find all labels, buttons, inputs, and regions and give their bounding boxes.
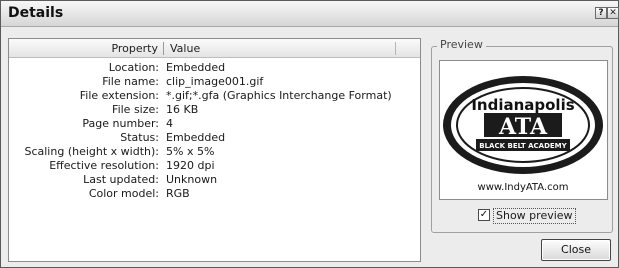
property-cell: Scaling (height x width):	[24, 145, 159, 158]
value-cell: 16 KB	[166, 103, 199, 116]
value-cell: 5% x 5%	[166, 145, 215, 158]
property-cell: Location:	[108, 61, 159, 74]
show-preview-checkbox[interactable]: ✓	[478, 209, 490, 221]
value-cell: 1920 dpi	[166, 159, 215, 172]
help-button[interactable]: ?	[595, 7, 607, 19]
title-bar[interactable]: Details ? ✕	[1, 1, 619, 27]
dialog-title: Details	[8, 5, 64, 21]
property-cell: File size:	[112, 103, 159, 116]
table-row[interactable]: Page number: 4	[9, 117, 420, 131]
table-row[interactable]: File size: 16 KB	[9, 103, 420, 117]
property-cell: Status:	[120, 131, 159, 144]
property-cell: Effective resolution:	[49, 159, 159, 172]
property-cell: Color model:	[88, 187, 159, 200]
logo-mid-text: ATA	[498, 114, 548, 140]
table-row[interactable]: Location: Embedded	[9, 61, 420, 75]
value-cell: 4	[166, 117, 173, 130]
table-row[interactable]: File extension: *.gif;*.gfa (Graphics In…	[9, 89, 420, 103]
column-divider[interactable]	[163, 42, 164, 55]
show-preview-label[interactable]: Show preview	[493, 208, 576, 224]
property-cell: File name:	[102, 75, 159, 88]
logo-url-text: www.IndyATA.com	[478, 182, 569, 193]
value-cell: Embedded	[166, 61, 226, 74]
properties-list[interactable]: Property Value Location: Embedded File n…	[8, 38, 421, 262]
list-rows: Location: Embedded File name: clip_image…	[9, 61, 420, 201]
table-row[interactable]: File name: clip_image001.gif	[9, 75, 420, 89]
close-icon[interactable]: ✕	[607, 7, 619, 19]
table-row[interactable]: Effective resolution: 1920 dpi	[9, 159, 420, 173]
details-dialog: Details ? ✕ Property Value Location: Emb…	[0, 0, 619, 268]
table-row[interactable]: Scaling (height x width): 5% x 5%	[9, 145, 420, 159]
logo-band-text: BLACK BELT ACADEMY	[479, 142, 567, 150]
table-row[interactable]: Last updated: Unknown	[9, 173, 420, 187]
column-divider-end[interactable]	[395, 42, 396, 55]
property-cell: File extension:	[79, 89, 159, 102]
value-cell: clip_image001.gif	[166, 75, 264, 88]
value-cell: Unknown	[166, 173, 218, 186]
list-header: Property Value	[9, 39, 420, 58]
column-header-property[interactable]: Property	[9, 39, 160, 58]
value-cell: RGB	[166, 187, 190, 200]
table-row[interactable]: Color model: RGB	[9, 187, 420, 201]
preview-group-label: Preview	[437, 38, 486, 52]
table-row[interactable]: Status: Embedded	[9, 131, 420, 145]
property-cell: Last updated:	[83, 173, 159, 186]
value-cell: *.gif;*.gfa (Graphics Interchange Format…	[166, 89, 392, 102]
value-cell: Embedded	[166, 131, 226, 144]
indianapolis-ata-logo: Indianapolis ATA BLACK BELT ACADEMY www.…	[443, 76, 603, 193]
column-header-value[interactable]: Value	[170, 39, 200, 58]
property-cell: Page number:	[82, 117, 159, 130]
image-preview: Indianapolis ATA BLACK BELT ACADEMY www.…	[439, 60, 608, 200]
close-button[interactable]: Close	[541, 239, 611, 261]
logo-top-text: Indianapolis	[471, 96, 574, 114]
